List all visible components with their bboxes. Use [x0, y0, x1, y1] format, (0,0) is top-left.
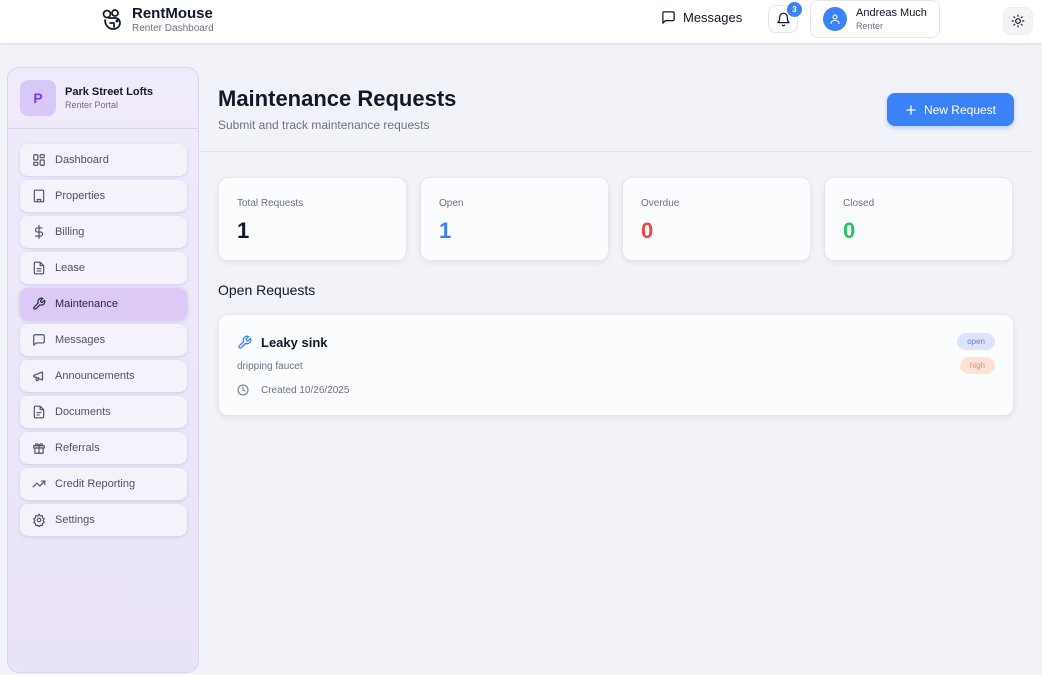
header-divider	[200, 151, 1032, 152]
building-icon	[32, 189, 55, 203]
wrench-icon	[237, 335, 261, 350]
sidebar-item-label: Documents	[55, 406, 111, 418]
stat-value: 0	[843, 218, 856, 243]
stat-label: Open	[439, 198, 464, 209]
sidebar-item-billing[interactable]: Billing	[20, 216, 187, 248]
sidebar-item-label: Maintenance	[55, 298, 118, 310]
sidebar-item-label: Announcements	[55, 370, 135, 382]
notification-count-badge: 3	[787, 2, 802, 17]
file-icon	[32, 405, 55, 419]
sidebar-item-label: Credit Reporting	[55, 478, 136, 490]
sidebar-item-lease[interactable]: Lease	[20, 252, 187, 284]
new-request-label: New Request	[923, 102, 997, 117]
sidebar-item-referrals[interactable]: Referrals	[20, 432, 187, 464]
stat-card-closed: Closed 0	[824, 177, 1013, 261]
sidebar-item-label: Properties	[55, 190, 106, 202]
clock-icon	[237, 384, 261, 396]
sidebar-item-properties[interactable]: Properties	[20, 180, 187, 212]
org-avatar: P	[20, 80, 56, 116]
org-name: Park Street Lofts	[65, 86, 154, 98]
stat-card-overdue: Overdue 0	[622, 177, 811, 261]
dollar-icon	[32, 225, 55, 239]
avatar	[823, 7, 847, 31]
org-header[interactable]: P Park Street Lofts Renter Portal	[8, 68, 198, 129]
stat-label: Total Requests	[237, 198, 304, 209]
request-created-date: Created 10/26/2025	[261, 384, 350, 396]
request-card[interactable]: Leaky sink dripping faucet Created 10/26…	[218, 314, 1014, 416]
sidebar-item-dashboard[interactable]: Dashboard	[20, 144, 187, 176]
request-title: Leaky sink	[261, 335, 328, 350]
sidebar-item-label: Lease	[55, 262, 85, 274]
dashboard-icon	[32, 153, 55, 167]
request-title-row: Leaky sink	[237, 335, 328, 350]
stat-value: 1	[439, 218, 452, 243]
stat-card-total: Total Requests 1	[218, 177, 407, 261]
top-messages-button[interactable]: Messages	[661, 10, 742, 25]
trending-up-icon	[32, 477, 55, 491]
user-role: Renter	[856, 20, 884, 31]
notifications-button[interactable]: 3	[768, 2, 802, 33]
chat-icon	[32, 333, 55, 347]
sidebar-item-label: Referrals	[55, 442, 100, 454]
stat-label: Closed	[843, 198, 875, 209]
page-subtitle: Submit and track maintenance requests	[218, 118, 430, 132]
sidebar-item-label: Billing	[55, 226, 85, 238]
theme-toggle-button[interactable]	[1003, 7, 1033, 35]
top-messages-label: Messages	[683, 10, 743, 25]
stat-value: 1	[237, 218, 250, 243]
sidebar-nav: Dashboard Properties Billing Lease Maint…	[20, 144, 187, 540]
mouse-logo-icon	[100, 8, 124, 32]
sidebar-item-label: Settings	[55, 514, 95, 526]
sidebar-item-announcements[interactable]: Announcements	[20, 360, 187, 392]
user-name: Andreas Much	[856, 6, 927, 19]
stat-value: 0	[641, 218, 654, 243]
page-title: Maintenance Requests	[218, 86, 457, 111]
brand-subtitle: Renter Dashboard	[132, 23, 214, 34]
stat-card-open: Open 1	[420, 177, 609, 261]
wrench-icon	[32, 297, 55, 311]
org-subtitle: Renter Portal	[65, 100, 119, 110]
stat-label: Overdue	[641, 198, 680, 209]
request-date-row: Created 10/26/2025	[237, 384, 349, 396]
brand-name: RentMouse	[132, 5, 213, 22]
open-requests-heading: Open Requests	[218, 282, 316, 298]
sidebar-item-label: Messages	[55, 334, 106, 346]
sidebar-item-label: Dashboard	[55, 154, 109, 166]
document-icon	[32, 261, 55, 275]
request-description: dripping faucet	[237, 361, 303, 372]
sidebar-item-settings[interactable]: Settings	[20, 504, 187, 536]
sun-icon	[1011, 14, 1025, 28]
brand[interactable]: RentMouse Renter Dashboard	[100, 5, 214, 35]
top-bar: RentMouse Renter Dashboard Messages 3 An…	[0, 0, 1042, 44]
sidebar-item-documents[interactable]: Documents	[20, 396, 187, 428]
plus-icon	[905, 104, 924, 116]
megaphone-icon	[32, 369, 55, 383]
sidebar-item-messages[interactable]: Messages	[20, 324, 187, 356]
sidebar: P Park Street Lofts Renter Portal Dashbo…	[7, 67, 199, 673]
sidebar-item-maintenance[interactable]: Maintenance	[20, 288, 187, 320]
sidebar-item-credit-reporting[interactable]: Credit Reporting	[20, 468, 187, 500]
chat-icon	[661, 10, 683, 25]
priority-badge: high	[959, 357, 995, 374]
user-menu-button[interactable]: Andreas Much Renter	[810, 0, 940, 38]
gift-icon	[32, 441, 55, 455]
status-badge: open	[957, 333, 995, 350]
new-request-button[interactable]: New Request	[887, 93, 1014, 126]
gear-icon	[32, 513, 55, 527]
